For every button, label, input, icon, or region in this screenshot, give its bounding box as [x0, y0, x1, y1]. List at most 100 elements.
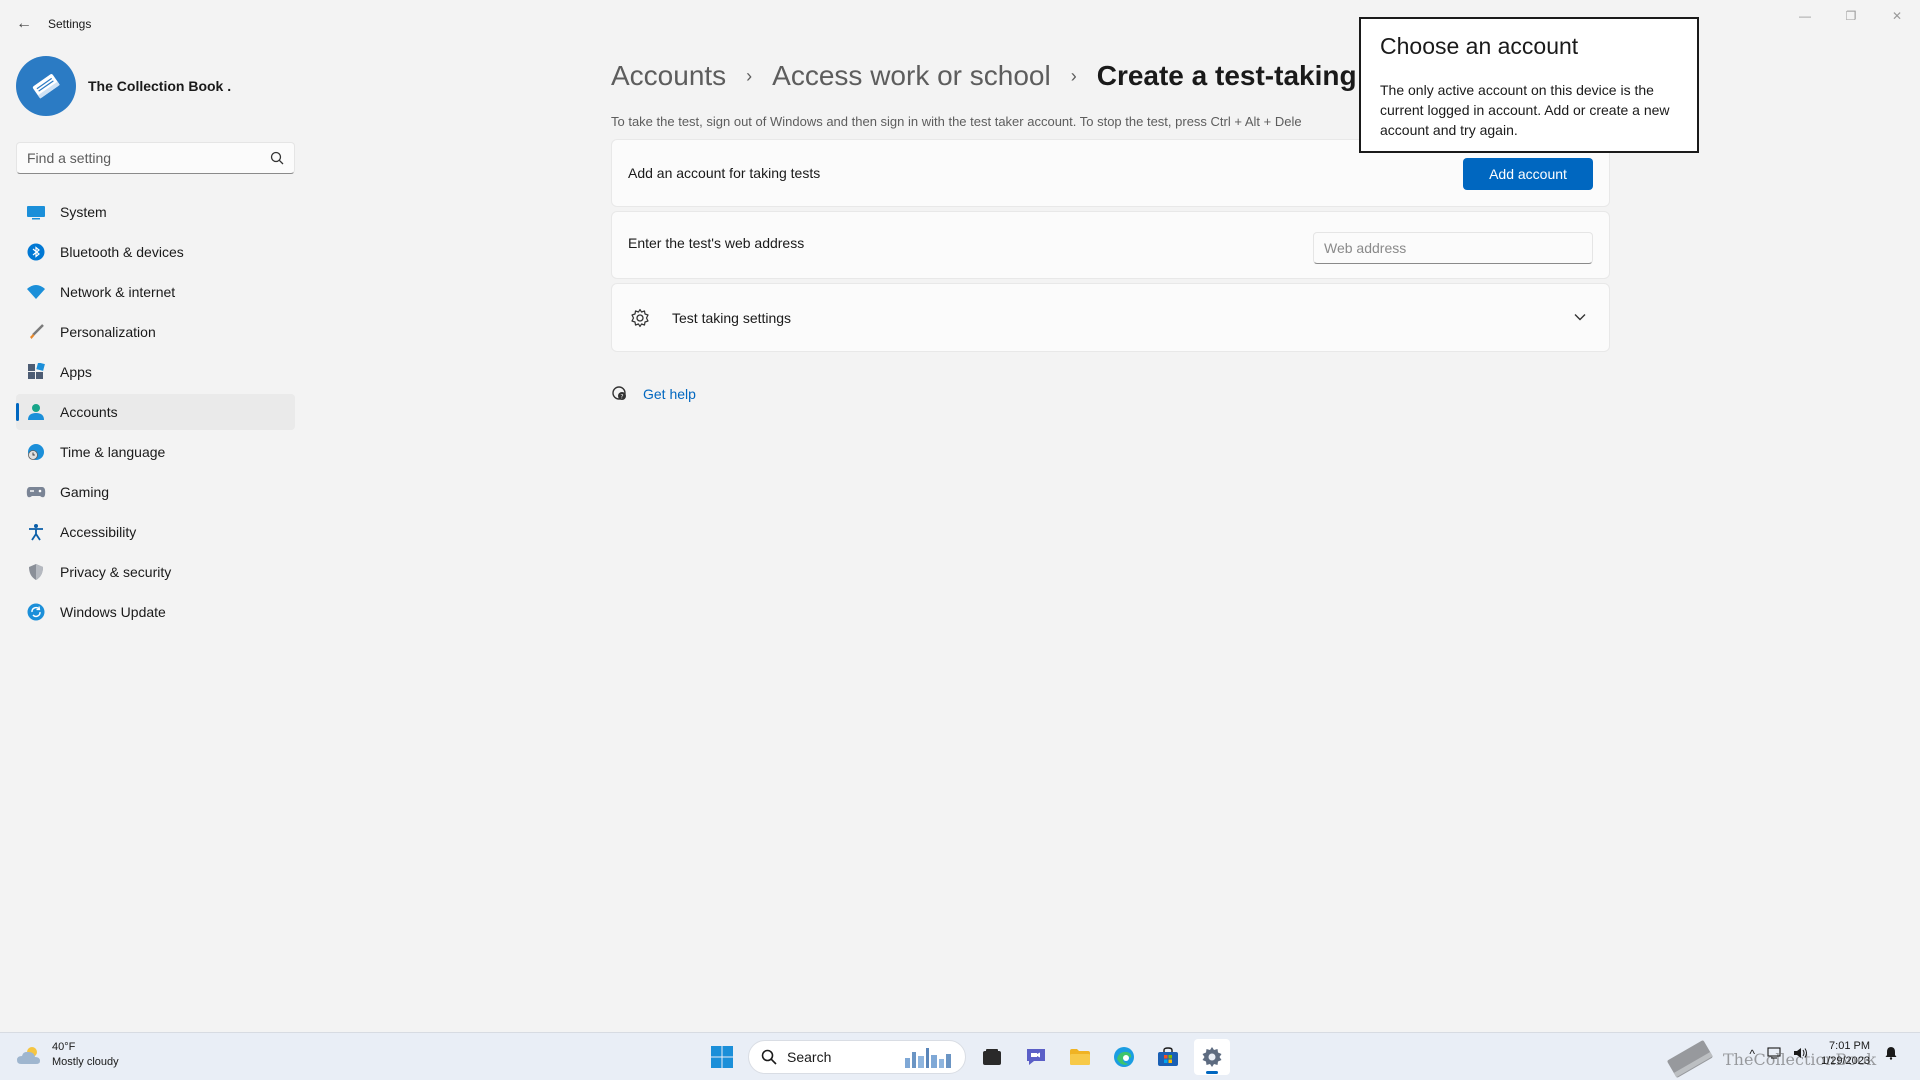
start-button[interactable]: [704, 1039, 740, 1075]
person-icon: [26, 402, 46, 422]
avatar: [16, 56, 76, 116]
restore-button[interactable]: ❐: [1828, 0, 1874, 32]
notification-bell-icon[interactable]: [1884, 1046, 1898, 1063]
weather-text: 40°F Mostly cloudy: [52, 1040, 119, 1070]
taskbar-search[interactable]: Search: [748, 1040, 966, 1074]
volume-icon[interactable]: [1793, 1047, 1809, 1062]
apps-icon: [26, 362, 46, 382]
clock[interactable]: 7:01 PM 1/29/2023: [1821, 1039, 1870, 1069]
windows-logo-icon: [711, 1046, 733, 1068]
sidebar-item-label: Windows Update: [60, 604, 166, 620]
weather-widget[interactable]: 40°F Mostly cloudy: [16, 1040, 119, 1070]
update-icon: [26, 602, 46, 622]
system-tray: ^ 7:01 PM 1/29/2023: [1743, 1039, 1904, 1069]
brush-icon: [26, 322, 46, 342]
chevron-down-icon[interactable]: [1573, 310, 1587, 329]
sidebar-item-apps[interactable]: Apps: [16, 354, 295, 390]
globe-clock-icon: [26, 442, 46, 462]
user-profile[interactable]: The Collection Book .: [16, 56, 231, 116]
sidebar-item-label: Apps: [60, 364, 92, 380]
back-button[interactable]: ←: [0, 0, 48, 48]
app-title: Settings: [48, 17, 92, 31]
sidebar-item-network[interactable]: Network & internet: [16, 274, 295, 310]
chevron-right-icon: ›: [746, 65, 753, 86]
sidebar-item-label: Bluetooth & devices: [60, 244, 184, 260]
sidebar-item-gaming[interactable]: Gaming: [16, 474, 295, 510]
sidebar-item-label: Accessibility: [60, 524, 137, 540]
sidebar-item-label: Personalization: [60, 324, 156, 340]
settings-search: [16, 142, 295, 174]
taskbar: 40°F Mostly cloudy Search TheCollectionB…: [0, 1032, 1920, 1080]
taskbar-apps: Search: [700, 1039, 1234, 1075]
breadcrumb: Accounts › Access work or school › Creat…: [611, 56, 1380, 96]
store-icon: [1158, 1047, 1178, 1066]
sidebar-item-windows-update[interactable]: Windows Update: [16, 594, 295, 630]
wifi-icon: [26, 282, 46, 302]
edge-browser-button[interactable]: [1106, 1039, 1142, 1075]
search-input[interactable]: [27, 150, 270, 166]
book-icon: [32, 74, 60, 99]
window-controls: — ❐ ✕: [1782, 0, 1920, 32]
sidebar-item-system[interactable]: System: [16, 194, 295, 230]
search-icon: [761, 1049, 777, 1065]
web-address-label: Enter the test's web address: [628, 235, 805, 251]
teams-chat-button[interactable]: [1018, 1039, 1054, 1075]
minimize-button[interactable]: —: [1782, 0, 1828, 32]
chevron-right-icon: ›: [1070, 65, 1077, 86]
add-account-button[interactable]: Add account: [1463, 158, 1593, 190]
svg-text:?: ?: [620, 394, 623, 401]
chevron-up-icon[interactable]: ^: [1749, 1047, 1755, 1061]
weather-condition: Mostly cloudy: [52, 1056, 119, 1068]
breadcrumb-accounts[interactable]: Accounts: [611, 60, 726, 92]
page-title: Create a test-taking a: [1096, 60, 1380, 91]
accessibility-icon: [26, 522, 46, 542]
sidebar-item-label: Privacy & security: [60, 564, 172, 580]
sidebar-item-personalization[interactable]: Personalization: [16, 314, 295, 350]
page-description: To take the test, sign out of Windows an…: [611, 114, 1302, 129]
sidebar-item-label: Network & internet: [60, 284, 176, 300]
dialog-message: The only active account on this device i…: [1380, 82, 1670, 138]
web-address-card: Enter the test's web address: [611, 211, 1610, 279]
network-icon[interactable]: [1767, 1046, 1781, 1062]
sidebar-item-label: Accounts: [60, 404, 118, 420]
task-view-icon: [983, 1049, 1001, 1065]
city-skyline-icon: [905, 1048, 951, 1068]
back-arrow-icon: ←: [16, 15, 32, 32]
get-help-link[interactable]: Get help: [643, 386, 696, 402]
book-icon: [1667, 1040, 1713, 1078]
close-button[interactable]: ✕: [1874, 0, 1920, 32]
dialog-title: Choose an account: [1380, 33, 1579, 59]
add-account-label: Add an account for taking tests: [628, 165, 821, 181]
file-explorer-button[interactable]: [1062, 1039, 1098, 1075]
test-taking-settings-label: Test taking settings: [672, 309, 792, 326]
system-icon: [26, 202, 46, 222]
gear-icon: [630, 308, 650, 328]
shield-icon: [26, 562, 46, 582]
cloud-icon: [17, 1047, 40, 1064]
sidebar-item-privacy-security[interactable]: Privacy & security: [16, 554, 295, 590]
taskbar-search-label: Search: [787, 1049, 832, 1065]
store-button[interactable]: [1150, 1039, 1186, 1075]
gamepad-icon: [26, 482, 46, 502]
web-address-input[interactable]: [1313, 232, 1593, 264]
breadcrumb-access-work-school[interactable]: Access work or school: [772, 60, 1051, 92]
help-chat-icon: ?: [611, 385, 629, 403]
choose-account-dialog: Choose an account The only active accoun…: [1359, 17, 1699, 153]
sidebar-nav: System Bluetooth & devices Network & int…: [16, 194, 295, 634]
edge-icon: [1114, 1047, 1134, 1067]
clock-date: 1/29/2023: [1821, 1055, 1870, 1067]
task-view-button[interactable]: [974, 1039, 1010, 1075]
settings-gear-icon: [1202, 1047, 1222, 1067]
sidebar-item-accessibility[interactable]: Accessibility: [16, 514, 295, 550]
test-taking-settings-card[interactable]: Test taking settings: [611, 283, 1610, 352]
sidebar-item-bluetooth[interactable]: Bluetooth & devices: [16, 234, 295, 270]
sidebar-item-label: Gaming: [60, 484, 110, 500]
sidebar-item-accounts[interactable]: Accounts: [16, 394, 295, 430]
sidebar-item-time-language[interactable]: Time & language: [16, 434, 295, 470]
bluetooth-icon: [26, 242, 46, 262]
settings-app-button[interactable]: [1194, 1039, 1230, 1075]
search-icon: [270, 151, 284, 165]
weather-temp: 40°F: [52, 1041, 76, 1053]
profile-name: The Collection Book .: [88, 78, 232, 94]
folder-icon: [1070, 1049, 1090, 1065]
